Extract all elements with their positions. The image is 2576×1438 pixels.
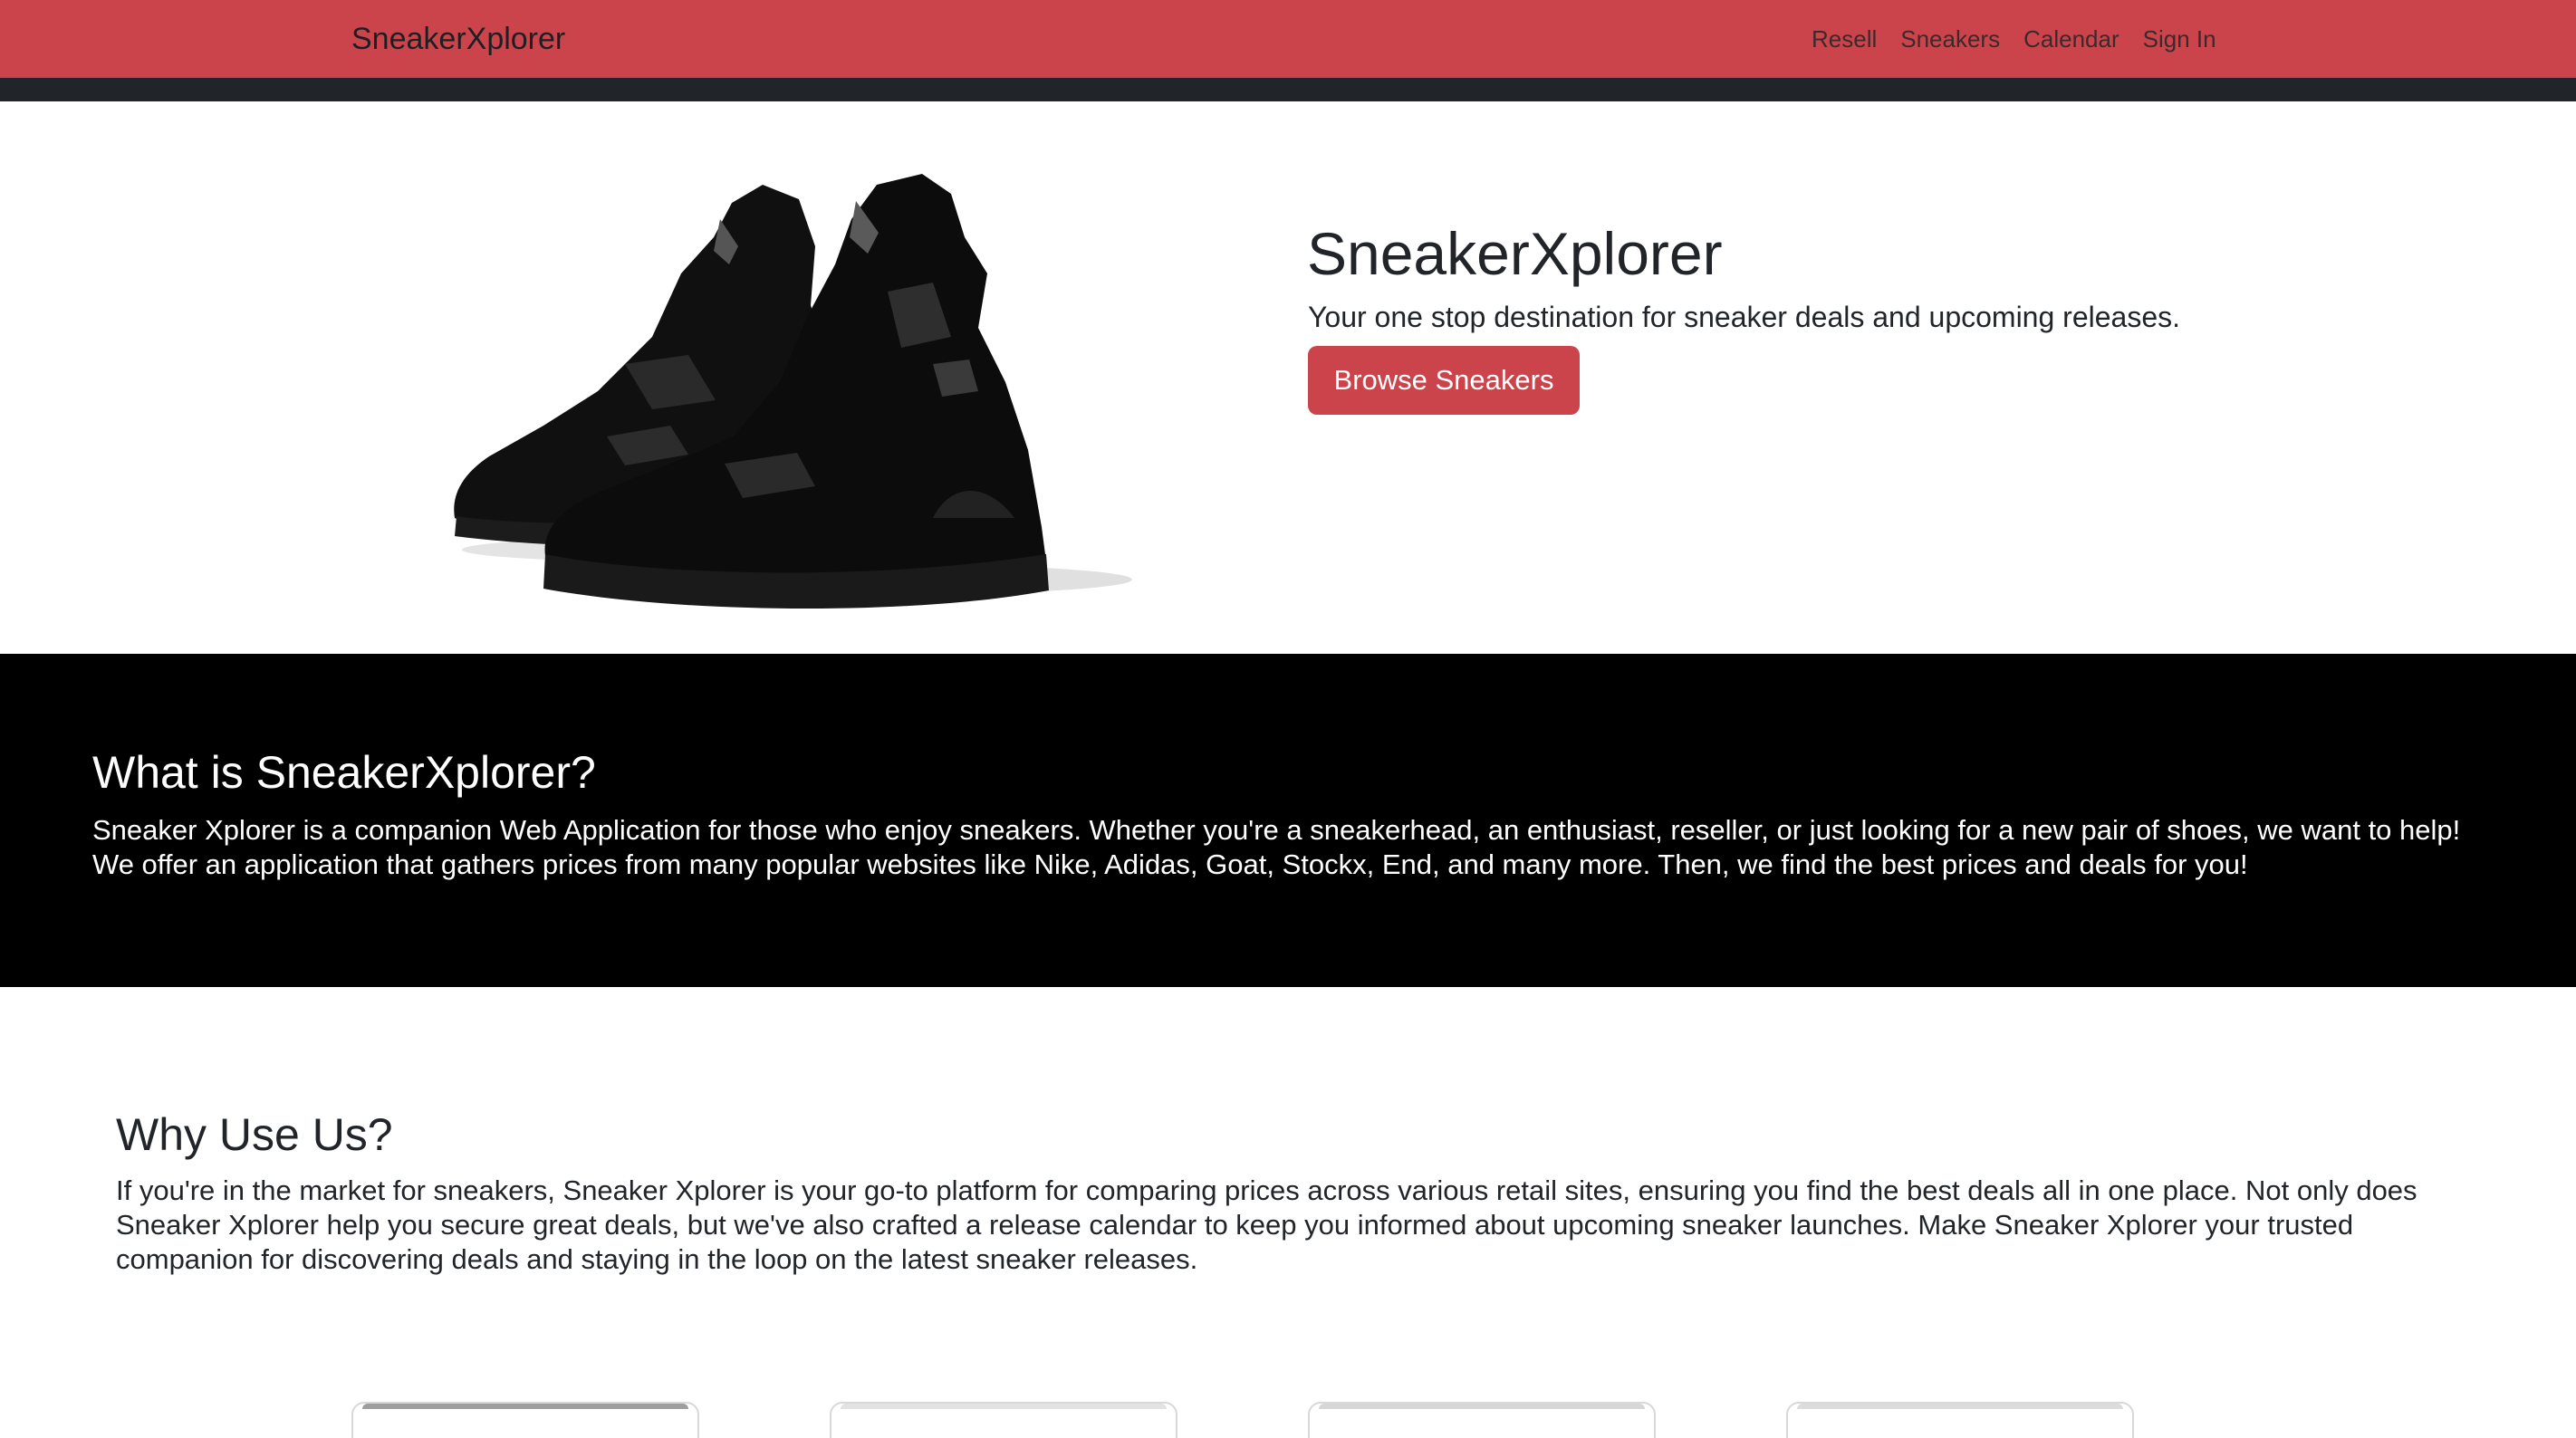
- sneaker-pair-image: [454, 174, 1132, 609]
- why-title: Why Use Us?: [116, 1109, 393, 1160]
- nav-links: Resell Sneakers Calendar Sign In: [1812, 22, 2216, 56]
- nav-link-sign-in[interactable]: Sign In: [2143, 22, 2216, 56]
- card-image: [1319, 1404, 1645, 1409]
- hero-title: SneakerXplorer: [1307, 220, 1723, 287]
- nav-link-resell[interactable]: Resell: [1812, 22, 1877, 56]
- feature-card[interactable]: [1308, 1402, 1656, 1438]
- card-image: [841, 1404, 1167, 1409]
- card-image: [362, 1404, 688, 1409]
- why-section: Why Use Us? If you're in the market for …: [0, 987, 2576, 1408]
- hero-section: SneakerXplorer Your one stop destination…: [0, 101, 2576, 654]
- navbar-brand[interactable]: SneakerXplorer: [351, 18, 565, 60]
- feature-card[interactable]: [830, 1402, 1177, 1438]
- browse-sneakers-button[interactable]: Browse Sneakers: [1308, 346, 1580, 415]
- about-text: Sneaker Xplorer is a companion Web Appli…: [92, 814, 2461, 880]
- why-text: If you're in the market for sneakers, Sn…: [116, 1174, 2417, 1275]
- hero-subtitle: Your one stop destination for sneaker de…: [1308, 301, 2180, 333]
- navbar: SneakerXplorer Resell Sneakers Calendar …: [0, 0, 2576, 78]
- card-image: [1797, 1404, 2123, 1409]
- about-title: What is SneakerXplorer?: [92, 747, 596, 798]
- nav-link-calendar[interactable]: Calendar: [2023, 22, 2119, 56]
- feature-card[interactable]: [351, 1402, 699, 1438]
- about-section: What is SneakerXplorer? Sneaker Xplorer …: [0, 654, 2576, 987]
- feature-card[interactable]: [1786, 1402, 2134, 1438]
- nav-link-sneakers[interactable]: Sneakers: [1900, 22, 2000, 56]
- navbar-divider-strip: [0, 78, 2576, 101]
